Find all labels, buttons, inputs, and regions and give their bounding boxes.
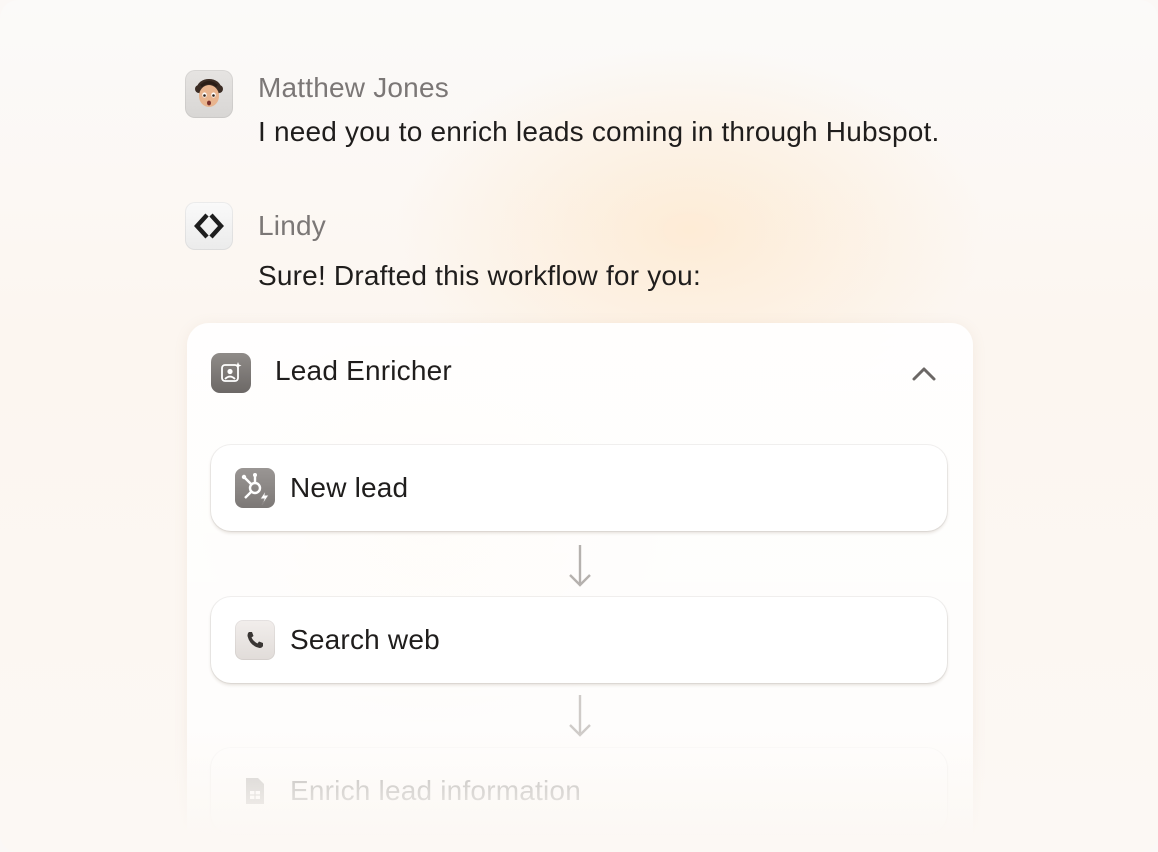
arrow-down-icon — [569, 545, 591, 587]
hubspot-trigger-icon — [235, 468, 275, 508]
lindy-logo-icon — [194, 213, 224, 239]
memoji-avatar-icon — [195, 79, 223, 107]
step-label: New lead — [290, 472, 409, 503]
assistant-avatar — [185, 202, 233, 250]
step-label: Search web — [290, 624, 440, 655]
workflow-title: Lead Enricher — [275, 355, 452, 386]
sheet-icon — [235, 771, 275, 811]
assistant-name: Lindy — [258, 210, 326, 241]
arrow-down-icon — [569, 695, 591, 737]
user-name: Matthew Jones — [258, 72, 449, 103]
assistant-message: Sure! Drafted this workflow for you: — [258, 260, 701, 291]
chat-panel: Matthew Jones I need you to enrich leads… — [0, 0, 1158, 852]
workflow-step-search-web[interactable]: Search web — [211, 597, 947, 683]
workflow-step-new-lead[interactable]: New lead — [211, 445, 947, 531]
step-label: Enrich lead information — [290, 775, 581, 806]
user-avatar — [185, 70, 233, 118]
sparkle-user-icon — [211, 353, 251, 393]
chevron-up-icon — [912, 367, 936, 381]
phone-icon — [235, 620, 275, 660]
user-message: I need you to enrich leads coming in thr… — [258, 116, 940, 147]
collapse-button[interactable] — [907, 357, 941, 391]
workflow-step-enrich-lead[interactable]: Enrich lead information — [211, 748, 947, 834]
workflow-card: Lead Enricher New lead Search web Enrich… — [187, 323, 973, 852]
